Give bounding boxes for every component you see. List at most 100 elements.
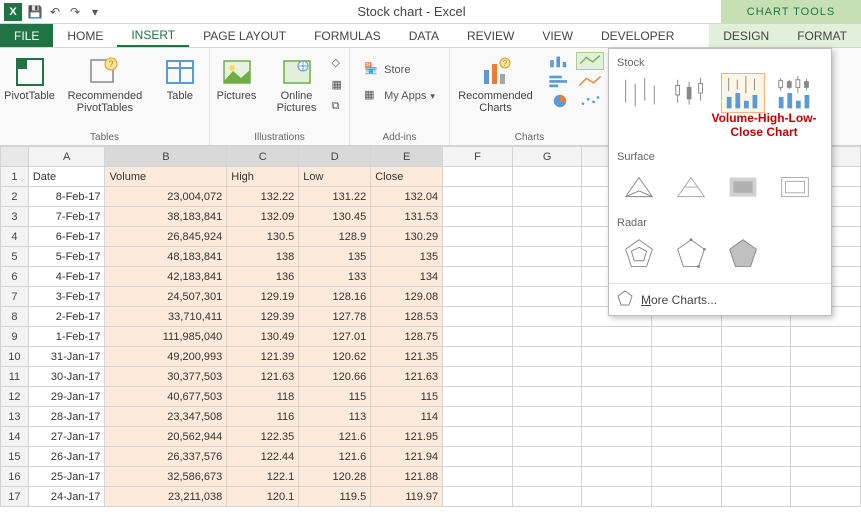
cell[interactable]: 23,004,072 [105,187,227,207]
cell[interactable]: 132.22 [227,187,299,207]
radar-option[interactable] [617,233,661,273]
cell[interactable]: 111,985,040 [105,327,227,347]
cell[interactable]: 40,677,503 [105,387,227,407]
recommended-charts-button[interactable]: ? Recommended Charts [456,52,536,114]
cell[interactable]: 130.45 [299,207,371,227]
cell[interactable] [443,347,513,367]
surface-3d-option[interactable] [617,167,661,207]
col-header-F[interactable]: F [443,147,513,167]
surface-wireframe-option[interactable] [669,167,713,207]
table-row[interactable]: 91-Feb-17111,985,040130.49127.01128.75 [1,327,861,347]
tab-home[interactable]: HOME [53,24,117,47]
cell[interactable]: 121.88 [371,467,443,487]
pivottable-button[interactable]: PivotTable [4,52,55,102]
cell[interactable]: Date [28,167,105,187]
cell[interactable] [721,347,791,367]
cell[interactable]: 121.94 [371,447,443,467]
cell[interactable]: 29-Jan-17 [28,387,105,407]
cell[interactable] [791,487,861,507]
cell[interactable] [582,407,652,427]
cell[interactable] [512,347,582,367]
cell[interactable] [512,467,582,487]
cell[interactable] [791,327,861,347]
cell[interactable] [443,227,513,247]
qat-dropdown-icon[interactable]: ▾ [88,5,102,19]
cell[interactable]: 122.1 [227,467,299,487]
row-header[interactable]: 2 [1,187,29,207]
cell[interactable] [582,347,652,367]
col-header-G[interactable]: G [512,147,582,167]
cell[interactable] [512,247,582,267]
stock-high-low-close-option[interactable] [617,73,661,113]
tab-formulas[interactable]: FORMULAS [300,24,395,47]
surface-wireframe-contour-option[interactable] [773,167,817,207]
tab-review[interactable]: REVIEW [453,24,528,47]
cell[interactable] [443,387,513,407]
cell[interactable]: 130.5 [227,227,299,247]
cell[interactable] [721,487,791,507]
row-header[interactable]: 15 [1,447,29,467]
cell[interactable] [652,347,722,367]
cell[interactable] [443,187,513,207]
cell[interactable]: 7-Feb-17 [28,207,105,227]
tab-insert[interactable]: INSERT [117,24,189,47]
chart-pie-button[interactable] [546,92,574,110]
row-header[interactable]: 10 [1,347,29,367]
cell[interactable]: 134 [371,267,443,287]
chart-column-button[interactable] [546,52,574,70]
row-header[interactable]: 9 [1,327,29,347]
table-row[interactable]: 1229-Jan-1740,677,503118115115 [1,387,861,407]
cell[interactable] [652,387,722,407]
cell[interactable]: 122.35 [227,427,299,447]
cell[interactable] [582,487,652,507]
cell[interactable] [582,427,652,447]
cell[interactable]: 121.95 [371,427,443,447]
cell[interactable]: 1-Feb-17 [28,327,105,347]
cell[interactable]: 121.63 [227,367,299,387]
cell[interactable] [443,247,513,267]
row-header[interactable]: 16 [1,467,29,487]
pictures-button[interactable]: Pictures [212,52,262,102]
cell[interactable]: 31-Jan-17 [28,347,105,367]
cell[interactable]: 4-Feb-17 [28,267,105,287]
cell[interactable]: 128.16 [299,287,371,307]
cell[interactable] [652,487,722,507]
cell[interactable]: 119.97 [371,487,443,507]
cell[interactable] [512,367,582,387]
table-row[interactable]: 1724-Jan-1723,211,038120.1119.5119.97 [1,487,861,507]
cell[interactable]: 27-Jan-17 [28,427,105,447]
cell[interactable]: 128.9 [299,227,371,247]
cell[interactable] [512,407,582,427]
cell[interactable] [582,367,652,387]
cell[interactable]: 26,337,576 [105,447,227,467]
select-all-corner[interactable] [1,147,29,167]
recommended-pivottables-button[interactable]: ? Recommended PivotTables [65,52,145,114]
cell[interactable]: 49,200,993 [105,347,227,367]
row-header[interactable]: 6 [1,267,29,287]
cell[interactable] [582,327,652,347]
cell[interactable]: 32,586,673 [105,467,227,487]
cell[interactable]: 24-Jan-17 [28,487,105,507]
radar-markers-option[interactable] [669,233,713,273]
cell[interactable] [512,207,582,227]
stock-volume-open-high-low-close-option[interactable] [773,73,817,113]
cell[interactable]: 120.66 [299,367,371,387]
cell[interactable] [443,407,513,427]
cell[interactable] [443,447,513,467]
cell[interactable]: 128.53 [371,307,443,327]
cell[interactable]: Close [371,167,443,187]
store-button[interactable]: 🏪Store [364,62,435,78]
row-header[interactable]: 3 [1,207,29,227]
cell[interactable]: 48,183,841 [105,247,227,267]
cell[interactable]: 2-Feb-17 [28,307,105,327]
table-row[interactable]: 1130-Jan-1730,377,503121.63120.66121.63 [1,367,861,387]
cell[interactable]: 42,183,841 [105,267,227,287]
col-header-D[interactable]: D [299,147,371,167]
screenshot-button[interactable]: ⧉ [332,100,348,116]
cell[interactable]: 113 [299,407,371,427]
cell[interactable]: 130.49 [227,327,299,347]
cell[interactable]: 135 [299,247,371,267]
cell[interactable]: 121.35 [371,347,443,367]
cell[interactable] [791,467,861,487]
tab-format[interactable]: FORMAT [783,24,861,47]
